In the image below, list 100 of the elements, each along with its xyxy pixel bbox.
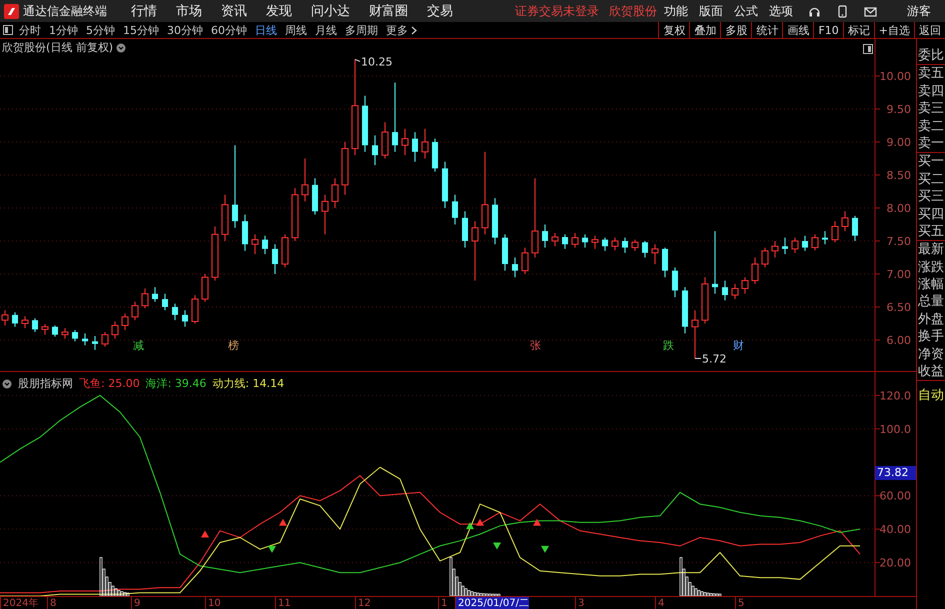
menu-item[interactable]: 财富圈 <box>369 2 408 20</box>
stock-name[interactable]: 欣贺股份 <box>609 2 657 20</box>
candlestick <box>582 234 588 248</box>
toolbar-button[interactable]: 多股 <box>720 22 752 38</box>
period-tab[interactable]: 1分钟 <box>49 22 78 38</box>
quote-field-label: 总量 <box>917 293 945 311</box>
toolbar-button[interactable]: 复权 <box>658 22 690 38</box>
candlestick <box>42 324 48 336</box>
candlestick <box>692 310 698 359</box>
candlestick <box>32 318 38 333</box>
candlestick <box>132 301 138 321</box>
chevron-down-icon[interactable] <box>116 42 126 52</box>
candlestick <box>152 286 158 302</box>
candlestick <box>162 293 168 311</box>
signal-marker: 财 <box>733 339 744 353</box>
login-notice[interactable]: 证券交易未登录 <box>515 2 599 20</box>
period-tab[interactable]: 15分钟 <box>123 22 159 38</box>
menu-item[interactable]: 版面 <box>699 2 723 20</box>
candlestick <box>392 82 398 152</box>
candlestick <box>512 256 518 278</box>
candlestick <box>62 328 68 340</box>
toolbar-button[interactable]: 标记 <box>842 22 874 38</box>
candlestick <box>552 232 558 247</box>
quote-field-label: 买三 <box>917 188 945 206</box>
date-label: 8 <box>47 597 56 609</box>
axis-label: 40.00 <box>880 523 911 536</box>
quote-field-label: 卖二 <box>917 118 945 135</box>
candlestick <box>752 256 758 284</box>
toolbar-button[interactable]: 返回 <box>914 22 945 38</box>
low-price-label: 5.72 <box>702 352 726 366</box>
more-link[interactable]: 更多 <box>386 22 408 38</box>
candlestick <box>382 122 388 159</box>
candlestick <box>712 230 718 294</box>
axis-label: 10.00 <box>880 70 911 83</box>
axis-label: 60.00 <box>880 490 911 503</box>
candlestick <box>792 237 798 254</box>
period-tab[interactable]: 月线 <box>315 22 337 38</box>
candlestick <box>92 336 98 350</box>
toolbar-button[interactable]: 叠加 <box>689 22 720 38</box>
menu-item[interactable]: 问小达 <box>311 2 350 20</box>
period-tab[interactable]: 分时 <box>19 22 41 38</box>
cursor-date: 2025/01/07/二 <box>455 597 530 609</box>
legend-item: 飞鱼: 25.00 <box>79 376 140 391</box>
toolbar-button[interactable]: F10 <box>813 22 843 38</box>
phone-icon[interactable] <box>836 4 849 18</box>
candlestick <box>302 158 308 202</box>
mail-icon[interactable] <box>864 4 877 18</box>
quote-field-label: 买四 <box>917 206 945 223</box>
indicator-name: 股朋指标网 <box>18 376 73 391</box>
toolbar-button[interactable]: 统计 <box>751 22 782 38</box>
menu-item[interactable]: 发现 <box>266 2 292 20</box>
candlestick <box>632 239 638 252</box>
candlestick <box>122 313 128 331</box>
quote-field-label: 收益 <box>917 363 945 382</box>
candlestick <box>112 320 118 340</box>
candlestick <box>672 266 678 298</box>
menu-item[interactable]: 功能 <box>664 2 688 20</box>
chart-title: 欣贺股份(日线 前复权) <box>2 40 114 55</box>
candlestick <box>622 237 628 254</box>
candlestick <box>12 312 18 328</box>
period-tab[interactable]: 60分钟 <box>211 22 247 38</box>
candlestick <box>102 332 108 348</box>
period-tab[interactable]: 周线 <box>285 22 307 38</box>
candlestick <box>592 235 598 250</box>
candlestick <box>192 294 198 324</box>
axis-label: 7.00 <box>886 268 911 281</box>
menu-item[interactable]: 交易 <box>427 2 453 20</box>
candlestick <box>272 244 278 274</box>
menu-item[interactable]: 市场 <box>176 2 202 20</box>
period-tab[interactable]: 多周期 <box>345 22 378 38</box>
axis-label: 6.50 <box>886 300 911 314</box>
candlestick <box>402 128 408 156</box>
candlestick <box>822 230 828 245</box>
menu-item[interactable]: 选项 <box>769 2 793 20</box>
menu-item[interactable]: 资讯 <box>221 2 247 20</box>
period-tab[interactable]: 日线 <box>255 22 277 38</box>
chevron-down-icon[interactable] <box>2 378 12 388</box>
auto-button[interactable]: 自动 <box>917 387 945 405</box>
toolbar-button[interactable]: 画线 <box>782 22 814 38</box>
user-label[interactable]: 游客 <box>907 2 931 20</box>
candlestick <box>72 330 78 342</box>
caret-icon[interactable] <box>411 26 417 34</box>
quote-field-label: 卖三 <box>917 100 945 118</box>
quote-field-label: 外盘 <box>917 310 945 328</box>
panel-toggle-icon[interactable] <box>3 25 13 35</box>
panel-toggle-icon[interactable] <box>863 44 873 54</box>
signal-marker: 榜 <box>228 339 239 353</box>
signal-marker: 跌 <box>663 339 674 353</box>
menu-item[interactable]: 行情 <box>131 2 157 20</box>
axis-label: 9.00 <box>886 136 911 149</box>
candlestick <box>732 283 738 300</box>
app-title: 通达信金融终端 <box>23 2 107 20</box>
candlestick <box>82 332 88 346</box>
period-tab[interactable]: 30分钟 <box>167 22 203 38</box>
menu-item[interactable]: 公式 <box>734 2 758 20</box>
toolbar-button[interactable]: +自选 <box>874 22 914 38</box>
axis-label: 120.0 <box>880 389 911 402</box>
candlestick <box>242 214 248 252</box>
period-tab[interactable]: 5分钟 <box>86 22 115 38</box>
candlestick <box>422 128 428 159</box>
